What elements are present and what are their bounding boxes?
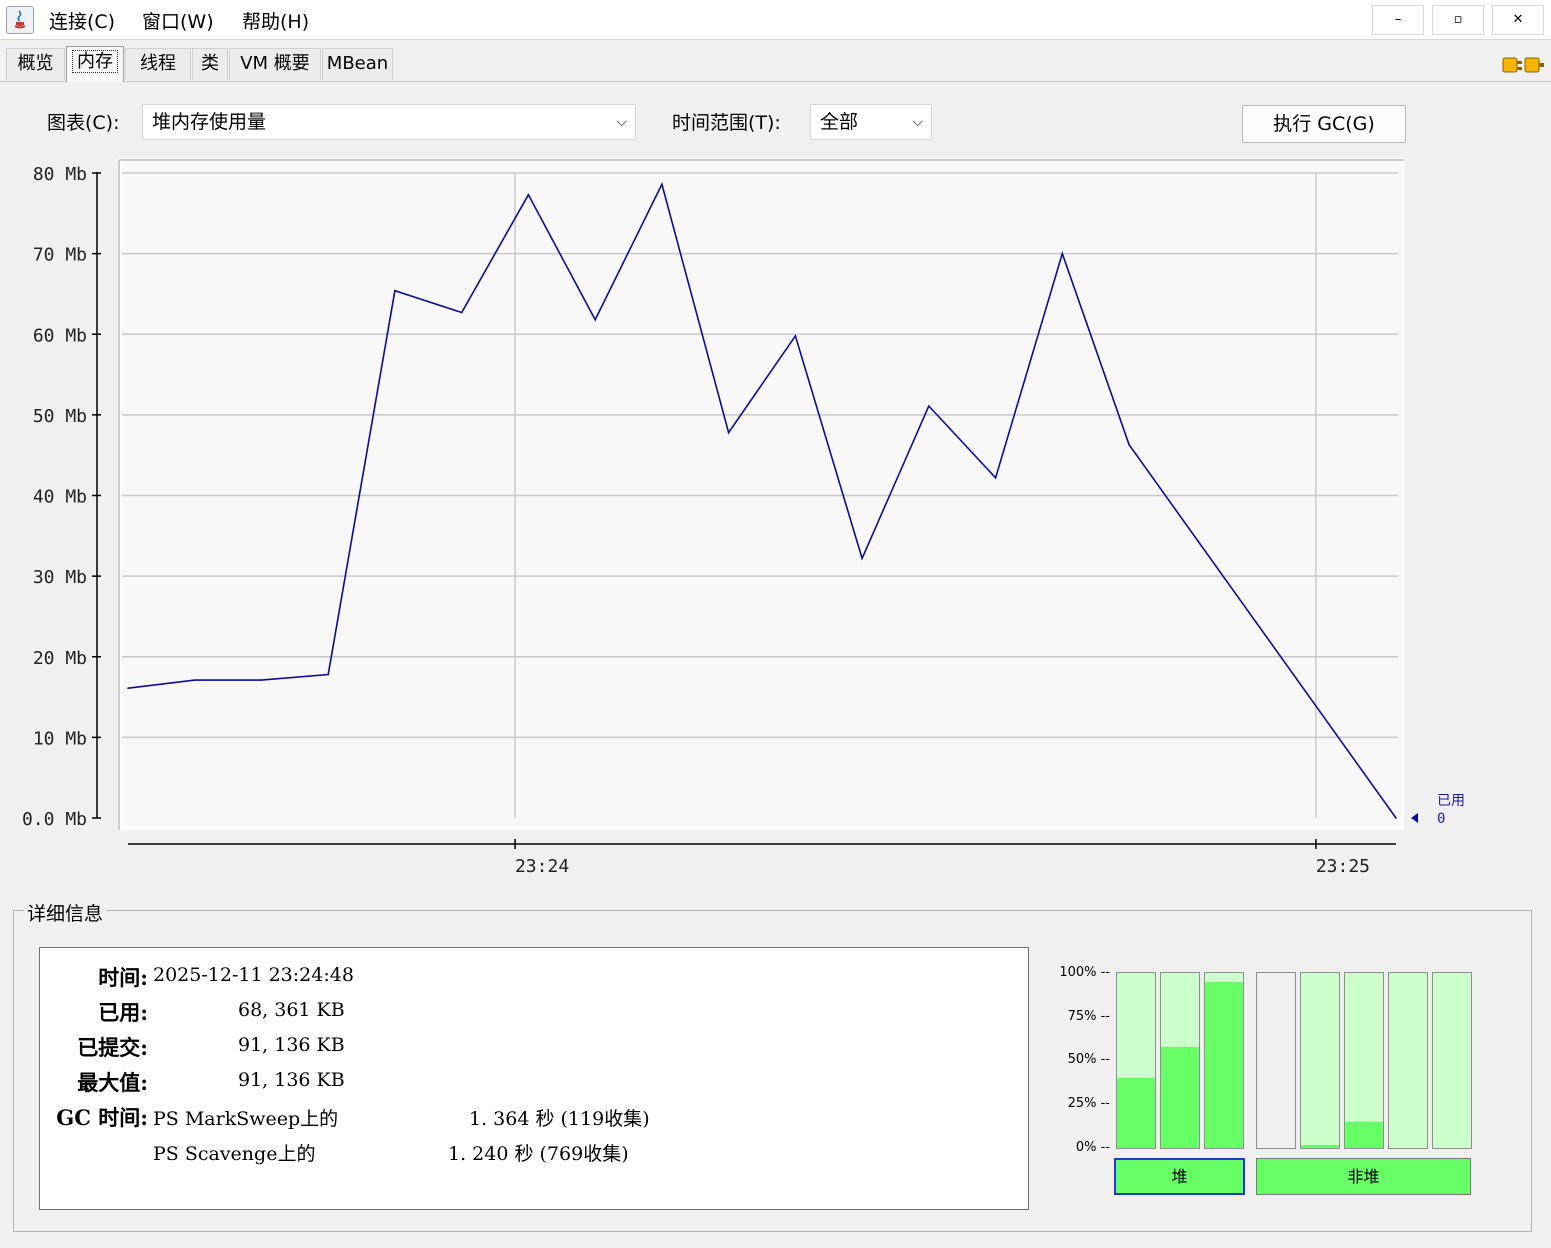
plot-area [122, 162, 1402, 827]
pool-used-fill [1301, 1144, 1339, 1148]
tab-threads[interactable]: 线程 [125, 48, 191, 80]
time-range-label: 时间范围(T): [672, 112, 781, 134]
time-value: 2025-12-11 23:24:48 [153, 964, 354, 986]
series-point [928, 405, 930, 407]
y-tick-label: 0.0 Mb [22, 809, 87, 830]
max-label: 最大值: [77, 1070, 148, 1095]
y-tick-label: 60 Mb [33, 325, 87, 346]
series-point [1128, 443, 1130, 446]
minimize-button[interactable]: – [1372, 5, 1424, 35]
tab-classes[interactable]: 类 [192, 48, 228, 80]
tab-mbean[interactable]: MBean [322, 48, 393, 80]
chevron-down-icon: ⌵ [912, 114, 923, 130]
legend-series-name: 已用 [1437, 793, 1465, 809]
chart-select-value: 堆内存使用量 [152, 111, 267, 133]
series-point [327, 673, 330, 676]
nonheap-pool-bar-1[interactable] [1256, 972, 1296, 1149]
series-point [794, 335, 797, 337]
chart-select-label: 图表(C): [47, 112, 120, 134]
heap-pool-bar-3[interactable] [1204, 972, 1244, 1149]
x-tick-label: 23:24 [515, 856, 569, 877]
series-point [1395, 817, 1397, 819]
gc-marksweep-value: 1. 364 秒 (119收集) [469, 1108, 650, 1130]
committed-label: 已提交: [77, 1035, 148, 1060]
committed-value: 91, 136 KB [238, 1034, 345, 1056]
max-value: 91, 136 KB [238, 1069, 345, 1091]
menu-help[interactable]: 帮助(H) [242, 7, 309, 34]
series-point [527, 194, 530, 196]
pool-used-fill [1205, 981, 1243, 1148]
menu-bar [0, 0, 1551, 40]
heap-pool-bar-1[interactable] [1116, 972, 1156, 1149]
tab-overview[interactable]: 概览 [6, 48, 65, 80]
details-panel: 时间: 2025-12-11 23:24:48 已用: 68, 361 KB 已… [39, 947, 1029, 1210]
nonheap-pool-bar-3[interactable] [1344, 972, 1384, 1149]
nonheap-pool-bar-5[interactable] [1432, 972, 1472, 1149]
x-tick-label: 23:25 [1316, 856, 1370, 877]
series-point [727, 431, 730, 434]
pool-scale-75: 75% -- [1067, 1009, 1110, 1024]
gc-time-label: GC 时间: [56, 1105, 148, 1130]
y-tick-label: 10 Mb [33, 728, 87, 749]
nonheap-pool-bar-4[interactable] [1388, 972, 1428, 1149]
legend-current-value: 0 [1437, 811, 1445, 827]
close-button[interactable]: ✕ [1492, 5, 1544, 35]
series-point [661, 183, 663, 186]
nonheap-pool-bar-2[interactable] [1300, 972, 1340, 1149]
pool-scale-100: 100% -- [1059, 965, 1110, 980]
used-value: 68, 361 KB [238, 999, 345, 1021]
gc-scavenge-name: PS Scavenge上的 [153, 1143, 316, 1165]
series-point [193, 679, 196, 681]
pool-used-fill [1161, 1046, 1199, 1148]
tab-memory-label: 内存 [72, 50, 118, 73]
time-label: 时间: [98, 965, 148, 990]
y-tick-label: 70 Mb [33, 245, 87, 266]
tab-memory[interactable]: 内存 [66, 46, 124, 82]
pool-scale-25: 25% -- [1067, 1096, 1110, 1111]
menu-window[interactable]: 窗口(W) [142, 7, 214, 34]
chevron-down-icon: ⌵ [616, 114, 627, 130]
pool-scale-50: 50% -- [1067, 1052, 1110, 1067]
chart-select[interactable]: 堆内存使用量 ⌵ [142, 104, 636, 140]
gc-marksweep-name: PS MarkSweep上的 [153, 1108, 339, 1130]
series-point [861, 557, 863, 560]
pool-used-fill [1345, 1121, 1383, 1148]
heap-pool-bar-2[interactable] [1160, 972, 1200, 1149]
series-point [994, 477, 997, 479]
pool-used-fill [1117, 1078, 1155, 1148]
heap-button[interactable]: 堆 [1114, 1158, 1245, 1195]
java-app-icon [6, 6, 34, 34]
heap-usage-chart: 0.0 Mb 10 Mb 20 Mb 30 Mb 40 Mb 50 Mb 60 Mb 70 M… [22, 158, 1465, 877]
y-tick-label: 50 Mb [33, 406, 87, 427]
pool-scale-0: 0% -- [1075, 1140, 1110, 1155]
series-point [260, 679, 263, 681]
y-tick-label: 20 Mb [33, 648, 87, 669]
y-tick-label: 80 Mb [33, 164, 87, 185]
used-label: 已用: [98, 1000, 148, 1025]
series-point [394, 289, 396, 292]
menu-connect[interactable]: 连接(C) [49, 7, 115, 34]
nonheap-button[interactable]: 非堆 [1256, 1158, 1471, 1195]
gc-scavenge-value: 1. 240 秒 (769收集) [448, 1143, 629, 1165]
details-title: 详细信息 [24, 899, 107, 926]
tab-vm-summary[interactable]: VM 概要 [229, 48, 321, 80]
series-point [594, 318, 596, 321]
time-range-value: 全部 [820, 111, 859, 133]
current-value-marker-icon [1411, 813, 1418, 823]
series-point [1061, 252, 1064, 255]
connection-plug-icon[interactable] [1500, 50, 1546, 80]
restore-button[interactable]: ▫ [1432, 5, 1484, 35]
time-range-select[interactable]: 全部 ⌵ [810, 104, 932, 140]
y-tick-label: 40 Mb [33, 487, 87, 508]
y-tick-label: 30 Mb [33, 567, 87, 588]
series-point [127, 687, 129, 689]
perform-gc-button[interactable]: 执行 GC(G) [1242, 105, 1406, 143]
series-point [460, 311, 463, 314]
